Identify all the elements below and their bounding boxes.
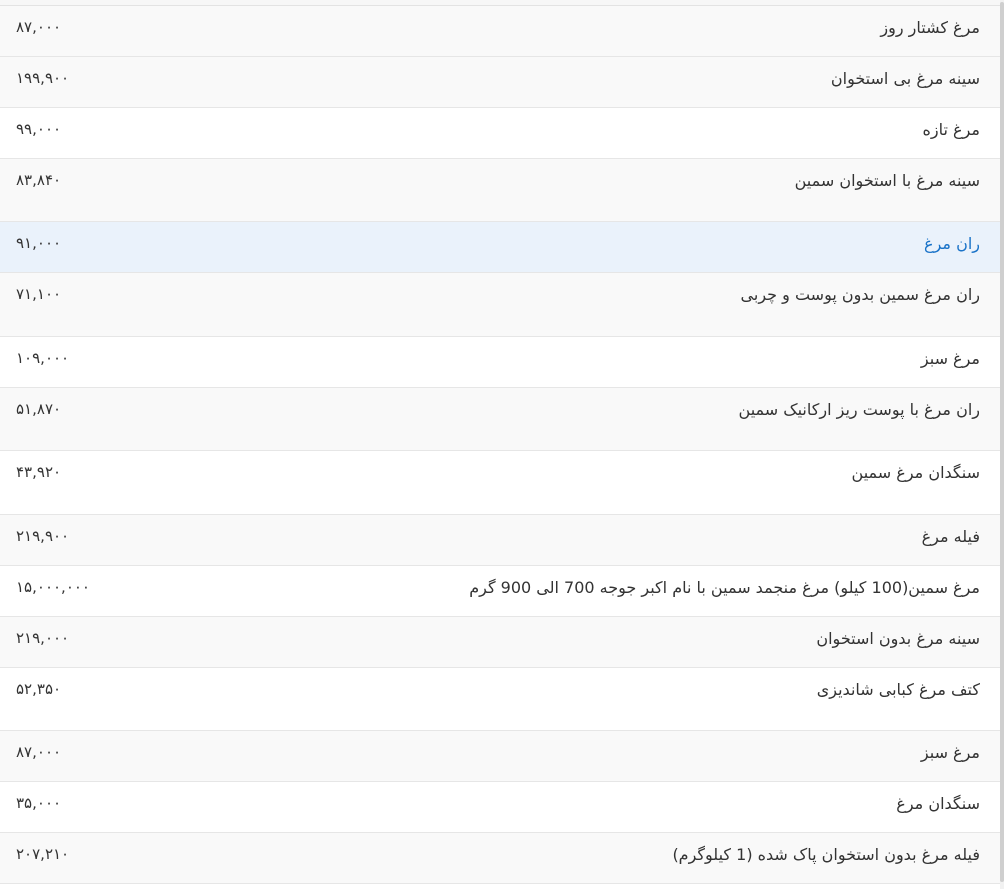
product-name: سینه مرغ با استخوان سمین [794, 171, 980, 190]
table-row[interactable]: سنگدان مرغ ۳۵,۰۰۰ [0, 782, 1000, 833]
product-price: ۹۱,۰۰۰ [16, 234, 62, 252]
price-table: مرغ کشتار روز ۸۷,۰۰۰ سینه مرغ بی استخوان… [0, 6, 1000, 884]
product-name: ران مرغ سمین بدون پوست و چربی [740, 285, 980, 304]
product-name: مرغ تازه [922, 120, 980, 139]
product-price: ۲۱۹,۹۰۰ [16, 527, 70, 545]
table-row[interactable]: سینه مرغ بدون استخوان ۲۱۹,۰۰۰ [0, 617, 1000, 668]
product-name: مرغ سبز [920, 349, 980, 368]
product-name: فیله مرغ بدون استخوان پاک شده (1 کیلوگرم… [672, 845, 980, 864]
scrollbar-thumb[interactable] [1000, 2, 1004, 882]
table-row[interactable]: ران مرغ سمین بدون پوست و چربی ۷۱,۱۰۰ [0, 273, 1000, 337]
product-name: مرغ کشتار روز [880, 18, 980, 37]
product-price: ۸۷,۰۰۰ [16, 743, 62, 761]
table-row[interactable]: فیله مرغ ۲۱۹,۹۰۰ [0, 515, 1000, 566]
product-name: ران مرغ با پوست ریز ارکانیک سمین [738, 400, 980, 419]
product-name: سینه مرغ بدون استخوان [816, 629, 980, 648]
product-price: ۸۳,۸۴۰ [16, 171, 62, 189]
product-name: سنگدان مرغ سمین [851, 463, 980, 482]
product-price: ۸۷,۰۰۰ [16, 18, 62, 36]
vertical-scrollbar[interactable] [1000, 0, 1004, 889]
product-price: ۳۵,۰۰۰ [16, 794, 62, 812]
product-price: ۹۹,۰۰۰ [16, 120, 62, 138]
table-row[interactable]: مرغ سبز ۱۰۹,۰۰۰ [0, 337, 1000, 388]
product-name: ران مرغ [924, 234, 980, 253]
product-price: ۲۰۷,۲۱۰ [16, 845, 70, 863]
product-price: ۷۱,۱۰۰ [16, 285, 62, 303]
product-name: مرغ سمین(100 کیلو) مرغ منجمد سمین با نام… [469, 578, 980, 597]
product-name: سنگدان مرغ [896, 794, 980, 813]
product-name: سینه مرغ بی استخوان [830, 69, 980, 88]
product-name: کتف مرغ کبابی شاندیزی [816, 680, 980, 699]
product-price: ۵۱,۸۷۰ [16, 400, 62, 418]
product-price: ۱۰۹,۰۰۰ [16, 349, 70, 367]
table-row[interactable]: ران مرغ با پوست ریز ارکانیک سمین ۵۱,۸۷۰ [0, 388, 1000, 451]
product-name: فیله مرغ [921, 527, 980, 546]
table-row[interactable]: مرغ سبز ۸۷,۰۰۰ [0, 731, 1000, 782]
table-row[interactable]: فیله مرغ بدون استخوان پاک شده (1 کیلوگرم… [0, 833, 1000, 884]
table-row[interactable]: مرغ تازه ۹۹,۰۰۰ [0, 108, 1000, 159]
table-row[interactable]: مرغ کشتار روز ۸۷,۰۰۰ [0, 6, 1000, 57]
table-row[interactable]: سنگدان مرغ سمین ۴۳,۹۲۰ [0, 451, 1000, 515]
product-name: مرغ سبز [920, 743, 980, 762]
table-row-selected[interactable]: ران مرغ ۹۱,۰۰۰ [0, 222, 1000, 273]
table-row[interactable]: کتف مرغ کبابی شاندیزی ۵۲,۳۵۰ [0, 668, 1000, 731]
table-row[interactable]: مرغ سمین(100 کیلو) مرغ منجمد سمین با نام… [0, 566, 1000, 617]
table-row[interactable]: سینه مرغ بی استخوان ۱۹۹,۹۰۰ [0, 57, 1000, 108]
product-price: ۱۵,۰۰۰,۰۰۰ [16, 578, 90, 596]
product-price: ۵۲,۳۵۰ [16, 680, 62, 698]
product-price: ۲۱۹,۰۰۰ [16, 629, 70, 647]
product-price: ۱۹۹,۹۰۰ [16, 69, 70, 87]
table-row[interactable]: سینه مرغ با استخوان سمین ۸۳,۸۴۰ [0, 159, 1000, 222]
product-price: ۴۳,۹۲۰ [16, 463, 62, 481]
